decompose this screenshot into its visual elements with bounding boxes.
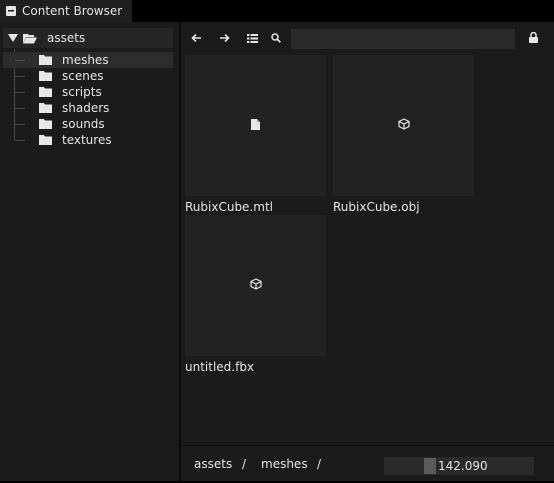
asset-tile[interactable]: RubixCube.mtl [185,55,326,215]
breadcrumb-assets[interactable]: assets [194,457,232,471]
mesh-icon [397,118,410,133]
folder-icon [39,135,52,145]
tree-item-label: shaders [62,101,110,115]
tree-item-sounds[interactable]: sounds [3,116,173,132]
tree-root-assets[interactable]: assets [3,28,173,48]
folder-icon [39,87,52,97]
asset-name: RubixCube.obj [333,200,420,214]
asset-name: RubixCube.mtl [185,200,273,214]
tree-item-label: scenes [62,69,104,83]
breadcrumb-separator: / [317,457,322,471]
tree-branch-line [15,60,25,61]
tab-bar: Content Browser [0,0,554,22]
tree-branch-line [15,76,25,77]
list-view-button[interactable] [241,28,263,50]
list-view-icon [246,32,258,46]
tree-item-shaders[interactable]: shaders [3,100,173,116]
mesh-icon [249,278,262,293]
caret-down-icon[interactable] [8,33,18,43]
content-browser-panel: assets meshes scenes scripts shaders sou… [0,22,554,481]
zoom-slider[interactable]: 142.090 [384,457,534,475]
tree-item-scenes[interactable]: scenes [3,68,173,84]
lock-button[interactable] [522,28,544,50]
tab-title: Content Browser [22,4,123,18]
asset-name: untitled.fbx [185,360,255,374]
breadcrumb-separator: / [242,457,247,471]
folder-icon [39,55,52,65]
tree-item-label: sounds [62,117,105,131]
window-icon [6,6,16,16]
breadcrumb-meshes[interactable]: meshes [261,457,308,471]
folder-tree: assets meshes scenes scripts shaders sou… [0,22,179,481]
asset-thumbnail [185,215,326,356]
zoom-value: 142.090 [438,459,488,473]
status-bar: assets / meshes / 142.090 [181,445,554,482]
arrow-right-icon [219,32,230,46]
tree-branch-line [15,108,25,109]
tree-branch-line [15,124,25,125]
file-icon [251,118,260,133]
asset-view: RubixCube.mtl RubixCube.obj untitled.fbx… [181,22,554,481]
asset-thumbnail [333,55,474,196]
folder-icon [39,103,52,113]
tree-item-scripts[interactable]: scripts [3,84,173,100]
folder-icon [39,119,52,129]
tree-branch-line [15,140,25,141]
asset-tile[interactable]: untitled.fbx [185,215,326,375]
tree-item-label: meshes [62,53,109,67]
forward-button[interactable] [213,28,235,50]
tree-item-label: textures [62,133,112,147]
zoom-slider-handle[interactable] [424,458,436,474]
toolbar [181,28,554,50]
lock-icon [528,31,538,46]
asset-tile[interactable]: RubixCube.obj [333,55,474,215]
asset-thumbnail [185,55,326,196]
tree-branch-line [15,92,25,93]
tree-root-label: assets [47,31,86,45]
folder-open-icon [23,33,37,44]
tree-item-meshes[interactable]: meshes [3,52,173,68]
arrow-left-icon [190,32,202,46]
search-button[interactable] [265,28,287,50]
folder-icon [39,71,52,81]
search-input[interactable] [291,29,515,49]
tab-content-browser[interactable]: Content Browser [0,0,132,22]
tree-item-label: scripts [62,85,102,99]
tree-item-textures[interactable]: textures [3,132,173,148]
search-icon [271,32,281,46]
back-button[interactable] [185,28,207,50]
